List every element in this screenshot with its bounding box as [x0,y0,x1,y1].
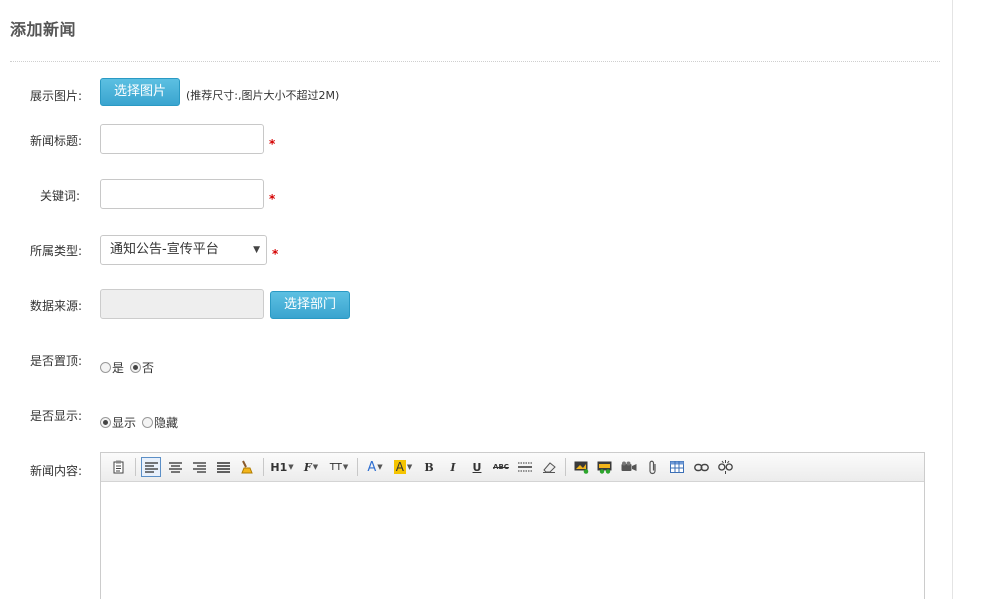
highlight-color-button[interactable]: A ▼ [391,457,415,477]
caret-down-icon: ▼ [288,463,294,471]
pin-yes-label[interactable]: 是 [112,359,124,376]
editor-toolbar: H1 ▼ F ▼ TT ▼ A ▼ A ▼ B I U ABC [101,453,924,482]
paste-icon[interactable] [109,457,129,477]
pin-no-radio[interactable] [130,362,142,373]
type-label: 所属类型: [30,244,83,258]
rich-text-editor: H1 ▼ F ▼ TT ▼ A ▼ A ▼ B I U ABC [100,452,925,599]
source-input [100,289,264,319]
editor-content-area[interactable] [101,482,924,599]
choose-department-button[interactable]: 选择部门 [270,291,350,319]
italic-label: I [450,460,456,474]
underline-label: U [472,460,482,474]
toolbar-separator [357,458,358,476]
bold-button[interactable]: B [419,457,439,477]
required-mark: * [269,137,276,151]
strikethrough-label: ABC [493,463,509,471]
bold-label: B [424,460,434,474]
caret-down-icon: ▼ [312,463,319,471]
display-hide-label[interactable]: 隐藏 [154,414,178,431]
font-color-button[interactable]: A ▼ [363,457,387,477]
font-family-dropdown[interactable]: F ▼ [299,457,323,477]
horizontal-rule-icon[interactable] [515,457,535,477]
link-icon[interactable] [691,457,711,477]
insert-multi-image-icon[interactable] [595,457,615,477]
display-hide-radio[interactable] [142,417,154,428]
news-title-label: 新闻标题: [30,134,83,148]
align-right-icon[interactable] [189,457,209,477]
unlink-icon[interactable] [715,457,735,477]
align-justify-icon[interactable] [213,457,233,477]
highlight-color-label: A [393,460,406,474]
pin-yes-radio[interactable] [100,362,111,373]
choose-image-button[interactable]: 选择图片 [100,78,180,106]
display-show-radio[interactable] [100,417,111,428]
caret-down-icon: ▼ [406,463,413,471]
panel-right-border [952,0,953,599]
heading-label: H1 [270,460,288,474]
insert-video-icon[interactable] [619,457,639,477]
pin-no-label[interactable]: 否 [142,359,154,376]
dropdown-arrow-icon: ▼ [253,245,260,255]
display-label: 是否显示: [30,409,83,423]
toolbar-separator [135,458,136,476]
strikethrough-button[interactable]: ABC [491,457,511,477]
toolbar-separator [263,458,264,476]
keywords-label: 关键词: [40,189,81,203]
caret-down-icon: ▼ [377,463,383,471]
format-brush-icon[interactable] [237,457,257,477]
align-center-icon[interactable] [165,457,185,477]
underline-button[interactable]: U [467,457,487,477]
font-color-label: A [367,459,377,475]
required-mark: * [272,247,279,261]
font-family-label: F [303,460,312,474]
font-size-label: TT [329,461,342,473]
page-title: 添加新闻 [10,20,77,39]
required-mark: * [269,192,276,206]
font-size-dropdown[interactable]: TT ▼ [327,457,351,477]
type-select[interactable]: 通知公告-宣传平台 ▼ [100,235,267,265]
eraser-icon[interactable] [539,457,559,477]
display-radio-group: 显示 隐藏 [100,414,184,431]
heading-dropdown[interactable]: H1 ▼ [269,457,295,477]
toolbar-separator [565,458,566,476]
display-show-label[interactable]: 显示 [112,414,136,431]
caret-down-icon: ▼ [342,463,349,471]
content-label: 新闻内容: [30,464,83,478]
attachment-icon[interactable] [643,457,663,477]
insert-image-icon[interactable] [571,457,591,477]
image-size-hint: (推荐尺寸:,图片大小不超过2M) [186,89,340,102]
pin-label: 是否置顶: [30,354,83,368]
pin-radio-group: 是 否 [100,359,160,376]
keywords-input[interactable] [100,179,264,209]
italic-button[interactable]: I [443,457,463,477]
align-left-icon[interactable] [141,457,161,477]
title-divider [10,61,940,62]
insert-table-icon[interactable] [667,457,687,477]
type-select-value: 通知公告-宣传平台 [110,242,219,257]
image-label: 展示图片: [30,89,83,103]
source-label: 数据来源: [30,299,83,313]
news-title-input[interactable] [100,124,264,154]
